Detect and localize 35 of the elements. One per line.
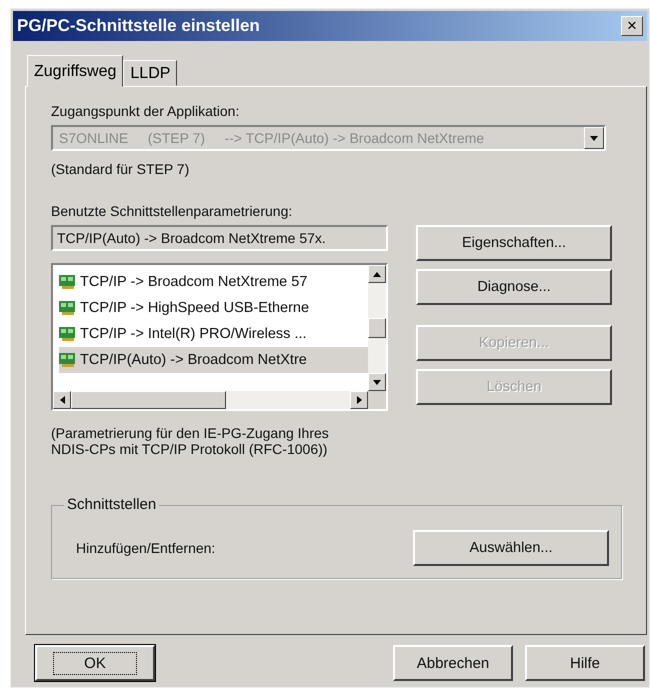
network-card-icon bbox=[59, 274, 77, 290]
arrow-icon bbox=[356, 396, 362, 404]
description-text: (Parametrierung für den IE-PG-Zugang Ihres NDIS-CPs mit TCP/IP Protokoll (RFC-1006)) bbox=[51, 425, 330, 458]
vertical-scrollbar[interactable] bbox=[368, 265, 386, 391]
dropdown-value: S7ONLINE (STEP 7) --> TCP/IP(Auto) -> Broadcom NetXtreme bbox=[59, 130, 484, 146]
network-card-icon bbox=[59, 352, 77, 368]
list-item[interactable]: TCP/IP(Auto) -> Broadcom NetXtre bbox=[59, 347, 368, 373]
tab[interactable]: LLDP bbox=[123, 60, 178, 86]
arrow-icon bbox=[373, 380, 381, 384]
horizontal-scrollbar[interactable] bbox=[53, 391, 368, 409]
field-label: Hinzufügen/Entfernen: bbox=[76, 540, 216, 556]
network-card-icon bbox=[59, 300, 77, 316]
network-card-icon bbox=[59, 326, 77, 342]
select-button[interactable]: Auswählen... bbox=[413, 530, 609, 566]
parametrization-field: TCP/IP(Auto) -> Broadcom NetXtreme 57x. bbox=[51, 225, 388, 251]
arrow-icon bbox=[60, 396, 64, 404]
scroll-thumb[interactable] bbox=[368, 318, 386, 338]
tab[interactable]: Zugriffsweg bbox=[27, 55, 124, 87]
scroll-thumb[interactable] bbox=[71, 391, 226, 409]
note-text: (Standard für STEP 7) bbox=[51, 161, 190, 177]
field-label: Benutzte Schnittstellenparametrierung: bbox=[51, 203, 294, 219]
action-button[interactable]: Eigenschaften... bbox=[416, 225, 612, 261]
window-title: PG/PC-Schnittstelle einstellen bbox=[17, 16, 260, 36]
ok-button[interactable]: OK bbox=[35, 645, 155, 681]
scrollbar-corner bbox=[368, 391, 386, 409]
arrow-icon bbox=[373, 272, 381, 276]
dialog-button[interactable]: Hilfe bbox=[525, 645, 645, 681]
arrow-icon bbox=[590, 136, 598, 140]
list-item[interactable]: TCP/IP -> Intel(R) PRO/Wireless ... bbox=[59, 321, 368, 347]
action-button[interactable]: Diagnose... bbox=[416, 269, 612, 305]
dialog-button[interactable]: Abbrechen bbox=[393, 645, 513, 681]
list-item[interactable]: TCP/IP -> HighSpeed USB-Etherne bbox=[59, 295, 368, 321]
field-label: Zugangspunkt der Applikation: bbox=[51, 103, 240, 119]
list-item[interactable]: TCP/IP -> Broadcom NetXtreme 57 bbox=[59, 269, 368, 295]
close-button[interactable]: × bbox=[621, 16, 643, 36]
